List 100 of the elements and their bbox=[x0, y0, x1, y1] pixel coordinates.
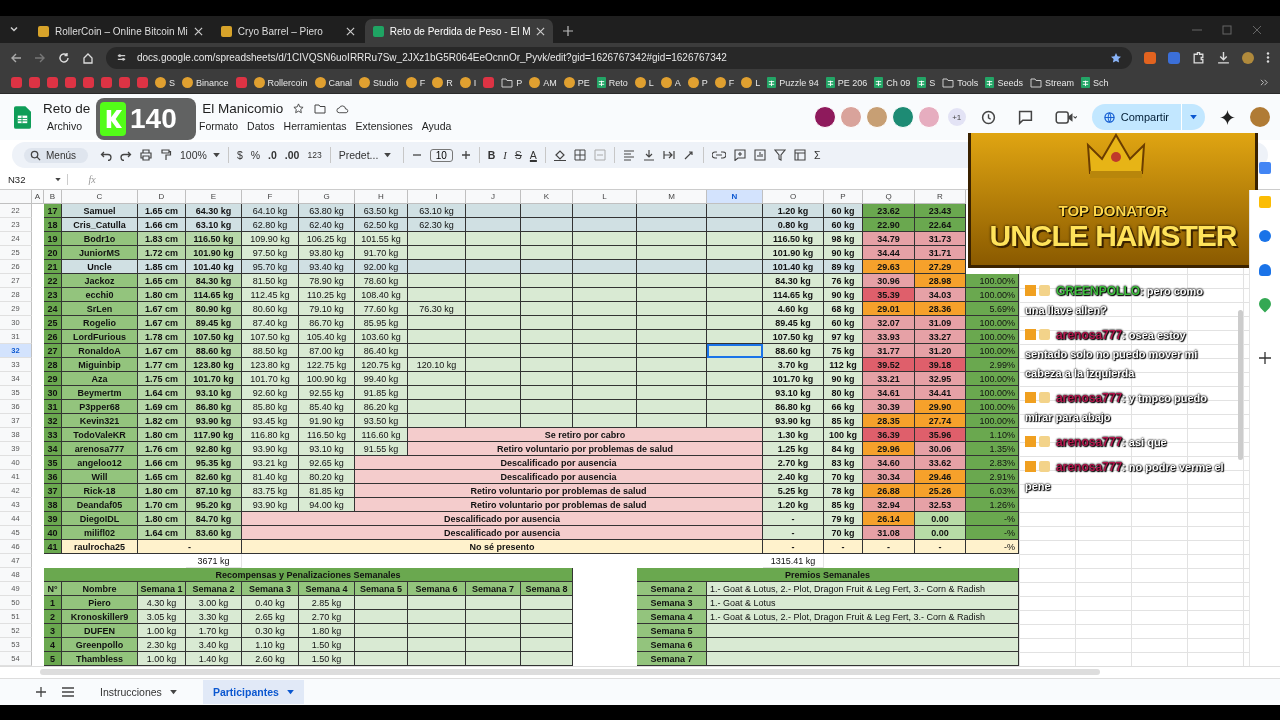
name-box[interactable]: N32 bbox=[8, 174, 69, 185]
collaborator-avatar[interactable] bbox=[891, 106, 914, 128]
bookmark[interactable]: Canal bbox=[311, 77, 356, 88]
bookmark[interactable]: L bbox=[631, 77, 657, 88]
menu-item[interactable]: Extensiones bbox=[351, 119, 417, 133]
menu-item[interactable]: Formato bbox=[195, 119, 243, 133]
text-style-button[interactable]: S bbox=[514, 149, 522, 161]
bookmark[interactable]: A bbox=[657, 77, 684, 88]
bookmark[interactable]: Tools bbox=[939, 77, 982, 88]
browser-tab[interactable]: Cryo Barrel – Piero bbox=[212, 19, 363, 43]
text-wrap-icon[interactable] bbox=[662, 149, 675, 161]
column-header[interactable]: J bbox=[466, 190, 521, 204]
plus-icon[interactable] bbox=[1259, 352, 1271, 364]
more-icon[interactable] bbox=[1266, 51, 1270, 64]
scrollbar[interactable] bbox=[1238, 310, 1243, 460]
bookmark[interactable]: P bbox=[498, 77, 526, 88]
puzzle-icon[interactable] bbox=[1192, 51, 1205, 64]
bookmark[interactable]: Rollercoin bbox=[250, 77, 311, 88]
bookmark[interactable]: Puzzle 94 bbox=[764, 77, 822, 88]
add-sheet-icon[interactable] bbox=[36, 687, 46, 697]
column-header[interactable]: K bbox=[521, 190, 573, 204]
add-comment-icon[interactable] bbox=[733, 149, 746, 161]
menu-item[interactable]: Datos bbox=[243, 119, 279, 133]
star-icon[interactable] bbox=[293, 103, 305, 114]
number-format-button[interactable]: 123 bbox=[307, 150, 322, 160]
bookmark[interactable]: Sch bbox=[1077, 77, 1112, 88]
sparkle-icon[interactable] bbox=[1220, 109, 1235, 125]
menu-item[interactable]: Herramientas bbox=[279, 119, 351, 133]
bookmark[interactable]: Ch 09 bbox=[871, 77, 914, 88]
column-header[interactable]: O bbox=[763, 190, 824, 204]
vertical-align-icon[interactable] bbox=[642, 149, 655, 161]
more-collaborators[interactable]: +1 bbox=[947, 108, 966, 126]
text-style-button[interactable]: I bbox=[503, 149, 507, 161]
font-size-field[interactable]: 10 bbox=[429, 148, 453, 162]
font-dropdown[interactable]: Predet... bbox=[338, 149, 395, 161]
redo-icon[interactable] bbox=[120, 149, 132, 161]
collaborator-avatar[interactable] bbox=[813, 106, 836, 128]
merge-cells-icon[interactable] bbox=[593, 149, 606, 161]
forward-icon[interactable] bbox=[34, 51, 46, 64]
video-camera-icon[interactable] bbox=[1054, 110, 1077, 124]
new-tab-icon[interactable] bbox=[563, 26, 574, 36]
bookmark[interactable]: Binance bbox=[179, 77, 232, 88]
column-header[interactable]: E bbox=[186, 190, 242, 204]
star-icon[interactable] bbox=[1110, 51, 1122, 64]
sheet-tab[interactable]: Participantes bbox=[202, 680, 304, 704]
functions-button[interactable]: Σ bbox=[813, 149, 821, 161]
document-title[interactable]: Reto de bbox=[43, 101, 91, 116]
column-header[interactable]: C bbox=[62, 190, 138, 204]
chart-icon[interactable] bbox=[753, 149, 766, 161]
bookmark[interactable]: Reto bbox=[593, 77, 631, 88]
bookmark[interactable]: Seeds bbox=[982, 77, 1026, 88]
zoom-dropdown[interactable]: 100% bbox=[180, 149, 220, 161]
browser-tab[interactable]: Reto de Perdida de Peso - El M bbox=[364, 19, 554, 43]
fill-color-icon[interactable] bbox=[553, 149, 566, 161]
plus-icon[interactable] bbox=[460, 150, 471, 160]
document-title[interactable]: El Manicomio bbox=[202, 101, 284, 116]
contacts-icon[interactable] bbox=[1259, 264, 1271, 276]
bookmark[interactable]: PE bbox=[560, 77, 593, 88]
menu-search-field[interactable]: Menús bbox=[24, 147, 88, 163]
bookmark[interactable]: P bbox=[684, 77, 711, 88]
borders-icon[interactable] bbox=[573, 149, 586, 161]
column-header[interactable]: B bbox=[44, 190, 62, 204]
cloud-icon[interactable] bbox=[336, 103, 350, 114]
menu-item[interactable]: Ayuda bbox=[417, 119, 456, 133]
column-header[interactable]: L bbox=[573, 190, 637, 204]
column-header[interactable]: Q bbox=[863, 190, 915, 204]
bookmark[interactable]: Stream bbox=[1026, 77, 1077, 88]
comment-icon[interactable] bbox=[1017, 109, 1033, 125]
number-format-button[interactable]: .0 bbox=[268, 149, 277, 161]
bookmark[interactable]: Studio bbox=[356, 77, 402, 88]
bookmark[interactable]: AM bbox=[526, 77, 560, 88]
print-icon[interactable] bbox=[140, 149, 152, 161]
home-icon[interactable] bbox=[82, 51, 94, 64]
column-header[interactable]: N bbox=[707, 190, 763, 204]
menu-icon[interactable] bbox=[62, 687, 74, 697]
link-icon[interactable] bbox=[711, 151, 726, 159]
column-header[interactable]: M bbox=[637, 190, 707, 204]
column-header[interactable]: G bbox=[299, 190, 355, 204]
column-header[interactable]: H bbox=[355, 190, 408, 204]
address-bar[interactable]: docs.google.com/spreadsheets/d/1CIVQSN6uoIRRRu7Sw_2JXz1bG5R064EeOcnnOr_Pyvk/edit?gid=1626767342#gid=1626767342 bbox=[106, 46, 1132, 69]
bookmark[interactable]: S bbox=[152, 77, 178, 88]
share-button[interactable]: Compartir bbox=[1091, 104, 1205, 130]
sheet-tab[interactable]: Instrucciones bbox=[90, 680, 187, 704]
fox-icon[interactable] bbox=[1144, 51, 1156, 64]
table-icon[interactable] bbox=[793, 149, 806, 161]
paint-format-icon[interactable] bbox=[160, 149, 172, 161]
number-format-button[interactable]: % bbox=[250, 149, 261, 161]
bookmark[interactable]: F bbox=[711, 77, 738, 88]
column-header[interactable]: D bbox=[138, 190, 186, 204]
bookmark[interactable]: I bbox=[456, 77, 480, 88]
bookmark[interactable]: PE 206 bbox=[822, 77, 871, 88]
folder-icon[interactable] bbox=[314, 103, 327, 114]
column-header[interactable]: F bbox=[242, 190, 299, 204]
browser-tab[interactable]: RollerCoin – Online Bitcoin Mi bbox=[30, 19, 211, 43]
scrollbar[interactable] bbox=[40, 669, 1100, 675]
number-format-button[interactable]: $ bbox=[236, 149, 243, 161]
column-header[interactable]: R bbox=[915, 190, 966, 204]
back-icon[interactable] bbox=[10, 51, 22, 64]
text-rotation-icon[interactable] bbox=[682, 149, 695, 161]
column-header[interactable]: P bbox=[824, 190, 863, 204]
